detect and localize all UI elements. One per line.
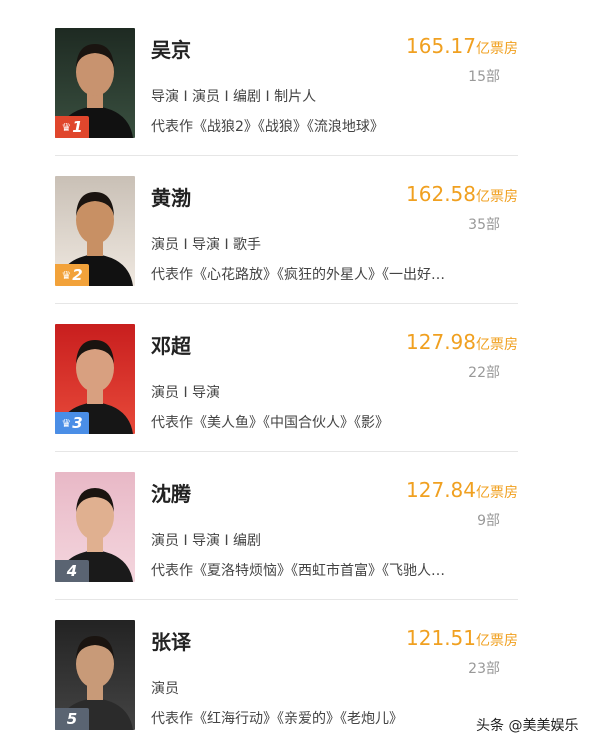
divider xyxy=(55,599,518,600)
rank-badge: 4 xyxy=(55,560,89,582)
box-office-value: 162.58 xyxy=(406,182,476,206)
box-office-unit: 亿票房 xyxy=(476,485,518,501)
avatar[interactable]: ♛ 3 xyxy=(55,324,135,434)
representative-works: 代表作《红海行动》《亲爱的》《老炮儿》 xyxy=(151,711,403,727)
actor-row[interactable]: 5 张译 121.51亿票房 23部 演员 代表作《红海行动》《亲爱的》《老炮儿… xyxy=(55,620,518,730)
actor-name[interactable]: 邓超 xyxy=(151,330,191,359)
actor-name[interactable]: 黄渤 xyxy=(151,182,191,211)
crown-icon: ♛ xyxy=(61,268,72,282)
divider xyxy=(55,155,518,156)
box-office-value: 127.98 xyxy=(406,330,476,354)
representative-works: 代表作《夏洛特烦恼》《西虹市首富》《飞驰人… xyxy=(151,563,445,579)
actor-name[interactable]: 吴京 xyxy=(151,34,191,63)
actor-roles: 演员 xyxy=(151,681,179,697)
box-office: 165.17亿票房 xyxy=(406,34,518,58)
rank-number: 1 xyxy=(72,118,83,136)
box-office-unit: 亿票房 xyxy=(476,633,518,649)
actor-name[interactable]: 张译 xyxy=(151,626,191,655)
divider xyxy=(55,303,518,304)
avatar[interactable]: ♛ 1 xyxy=(55,28,135,138)
film-count: 23部 xyxy=(468,661,500,677)
actor-roles: 导演 I 演员 I 编剧 I 制片人 xyxy=(151,89,317,105)
actor-roles: 演员 I 导演 xyxy=(151,385,221,401)
box-office: 127.98亿票房 xyxy=(406,330,518,354)
rank-badge: ♛ 2 xyxy=(55,264,89,286)
divider xyxy=(55,451,518,452)
rank-badge: ♛ 3 xyxy=(55,412,89,434)
rank-number: 2 xyxy=(72,266,83,284)
box-office-value: 127.84 xyxy=(406,478,476,502)
box-office-unit: 亿票房 xyxy=(476,189,518,205)
rank-number: 5 xyxy=(66,710,78,728)
watermark: 头条 @美美娱乐 xyxy=(476,718,579,734)
avatar[interactable]: 4 xyxy=(55,472,135,582)
rank-badge: 5 xyxy=(55,708,89,730)
representative-works: 代表作《战狼2》《战狼》《流浪地球》 xyxy=(151,119,384,135)
film-count: 22部 xyxy=(468,365,500,381)
crown-icon: ♛ xyxy=(61,416,72,430)
box-office: 127.84亿票房 xyxy=(406,478,518,502)
box-office: 162.58亿票房 xyxy=(406,182,518,206)
film-count: 15部 xyxy=(468,69,500,85)
actor-row[interactable]: ♛ 3 邓超 127.98亿票房 22部 演员 I 导演 代表作《美人鱼》《中国… xyxy=(55,324,518,452)
rank-number: 4 xyxy=(66,562,78,580)
representative-works: 代表作《心花路放》《疯狂的外星人》《一出好… xyxy=(151,267,445,283)
actor-name[interactable]: 沈腾 xyxy=(151,478,191,507)
actor-row[interactable]: ♛ 1 吴京 165.17亿票房 15部 导演 I 演员 I 编剧 I 制片人 … xyxy=(55,28,518,156)
rank-number: 3 xyxy=(72,414,83,432)
box-office-unit: 亿票房 xyxy=(476,41,518,57)
box-office: 121.51亿票房 xyxy=(406,626,518,650)
actor-roles: 演员 I 导演 I 编剧 xyxy=(151,533,262,549)
representative-works: 代表作《美人鱼》《中国合伙人》《影》 xyxy=(151,415,389,431)
film-count: 9部 xyxy=(477,513,500,529)
crown-icon: ♛ xyxy=(61,120,72,134)
avatar[interactable]: ♛ 2 xyxy=(55,176,135,286)
actor-row[interactable]: 4 沈腾 127.84亿票房 9部 演员 I 导演 I 编剧 代表作《夏洛特烦恼… xyxy=(55,472,518,600)
box-office-value: 165.17 xyxy=(406,34,476,58)
film-count: 35部 xyxy=(468,217,500,233)
actor-roles: 演员 I 导演 I 歌手 xyxy=(151,237,262,253)
box-office-value: 121.51 xyxy=(406,626,476,650)
rank-badge: ♛ 1 xyxy=(55,116,89,138)
box-office-unit: 亿票房 xyxy=(476,337,518,353)
actor-row[interactable]: ♛ 2 黄渤 162.58亿票房 35部 演员 I 导演 I 歌手 代表作《心花… xyxy=(55,176,518,304)
avatar[interactable]: 5 xyxy=(55,620,135,730)
